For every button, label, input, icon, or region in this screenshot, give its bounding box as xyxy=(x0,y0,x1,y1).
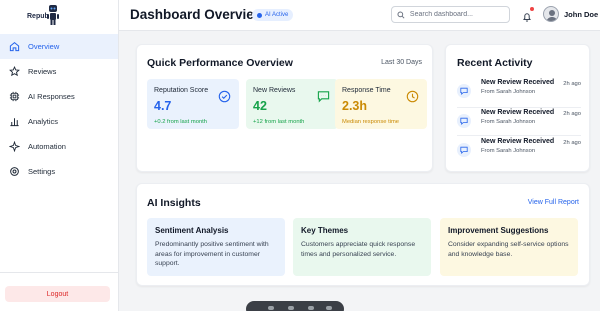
insight-sentiment-analysis: Sentiment Analysis Predominantly positiv… xyxy=(147,218,285,276)
ai-status-label: AI Active xyxy=(265,12,289,18)
top-header: Dashboard Overview AI Active John Doe xyxy=(119,0,600,31)
activity-title: New Review Received xyxy=(481,79,555,86)
insight-title: Improvement Suggestions xyxy=(448,226,549,235)
activity-item[interactable]: New Review Received From Sarah Johnson 2… xyxy=(457,138,581,164)
activity-from: From Sarah Johnson xyxy=(481,148,536,154)
activity-time: 2h ago xyxy=(563,81,581,87)
activity-divider xyxy=(457,135,581,136)
search-input[interactable] xyxy=(409,11,509,18)
sidebar-nav: Overview Reviews AI Responses Analytics … xyxy=(0,34,118,184)
logout-button[interactable]: Logout xyxy=(5,286,110,302)
sidebar-item-settings[interactable]: Settings xyxy=(0,159,118,184)
user-name[interactable]: John Doe xyxy=(564,10,598,19)
metric-label: Response Time xyxy=(342,87,391,94)
status-dot-icon xyxy=(257,12,262,18)
activity-divider xyxy=(457,107,581,108)
toolbar-item-icon[interactable] xyxy=(288,306,294,310)
view-full-report-link[interactable]: View Full Report xyxy=(528,199,579,206)
clock-icon xyxy=(406,90,419,103)
activity-time: 2h ago xyxy=(563,140,581,146)
message-icon xyxy=(457,84,471,98)
cpu-icon xyxy=(8,91,20,103)
metric-reputation-score[interactable]: Reputation Score 4.7 +0.2 from last mont… xyxy=(147,79,239,129)
insight-key-themes: Key Themes Customers appreciate quick re… xyxy=(293,218,431,276)
toolbar-item-icon[interactable] xyxy=(308,306,314,310)
logo[interactable]: Repub xyxy=(22,4,62,30)
sidebar-divider xyxy=(0,272,118,273)
insight-title: Sentiment Analysis xyxy=(155,226,229,235)
sidebar: Repub Overview Reviews AI Responses Anal… xyxy=(0,0,119,311)
floating-toolbar[interactable] xyxy=(246,301,344,311)
sidebar-item-label: Settings xyxy=(28,167,56,176)
metric-label: Reputation Score xyxy=(154,87,209,94)
activity-item[interactable]: New Review Received From Sarah Johnson 2… xyxy=(457,109,581,135)
metric-new-reviews[interactable]: New Reviews 42 +12 from last month xyxy=(246,79,338,129)
ai-status-badge: AI Active xyxy=(252,9,294,21)
message-icon xyxy=(457,143,471,157)
sidebar-item-label: Automation xyxy=(28,142,66,151)
sidebar-item-reviews[interactable]: Reviews xyxy=(0,59,118,84)
recent-activity-title: Recent Activity xyxy=(457,57,533,69)
sidebar-item-overview[interactable]: Overview xyxy=(0,34,118,59)
activity-item[interactable]: New Review Received From Sarah Johnson 2… xyxy=(457,79,581,105)
sidebar-item-label: Overview xyxy=(28,42,60,51)
toolbar-item-icon[interactable] xyxy=(268,306,274,310)
period-label: Last 30 Days xyxy=(381,59,422,66)
activity-from: From Sarah Johnson xyxy=(481,119,536,125)
performance-title: Quick Performance Overview xyxy=(147,57,293,69)
insight-text: Consider expanding self-service options … xyxy=(448,241,569,258)
metric-value: 42 xyxy=(253,99,267,113)
sidebar-item-ai-responses[interactable]: AI Responses xyxy=(0,84,118,109)
insight-improvement-suggestions: Improvement Suggestions Consider expandi… xyxy=(440,218,578,276)
metric-response-time[interactable]: Response Time 2.3h Median response time xyxy=(335,79,427,129)
sidebar-item-analytics[interactable]: Analytics xyxy=(0,109,118,134)
metric-change: +0.2 from last month xyxy=(154,119,208,125)
message-square-icon xyxy=(317,91,330,103)
avatar-icon xyxy=(546,10,558,21)
gear-icon xyxy=(8,166,20,178)
insight-text: Predominantly positive sentiment with ar… xyxy=(155,241,269,267)
metric-change: +12 from last month xyxy=(253,119,305,125)
performance-card: Quick Performance Overview Last 30 Days … xyxy=(136,44,433,172)
search-icon xyxy=(397,11,405,19)
sparkle-icon xyxy=(8,141,20,153)
ai-insights-title: AI Insights xyxy=(147,197,201,209)
activity-title: New Review Received xyxy=(481,138,555,145)
insight-text: Customers appreciate quick response time… xyxy=(301,241,416,258)
notification-dot-icon xyxy=(530,7,534,11)
toolbar-item-icon[interactable] xyxy=(326,306,332,310)
bar-chart-icon xyxy=(8,116,20,128)
check-circle-icon xyxy=(218,90,231,103)
activity-from: From Sarah Johnson xyxy=(481,89,536,95)
message-icon xyxy=(457,114,471,128)
star-icon xyxy=(8,66,20,78)
notification-button[interactable] xyxy=(522,7,534,22)
metric-label: New Reviews xyxy=(253,87,296,94)
avatar[interactable] xyxy=(543,6,559,22)
sidebar-item-automation[interactable]: Automation xyxy=(0,134,118,159)
metric-value: 4.7 xyxy=(154,99,172,113)
bell-icon xyxy=(523,13,531,22)
sidebar-item-label: Reviews xyxy=(28,67,57,76)
page-title: Dashboard Overview xyxy=(130,7,265,22)
sidebar-item-label: AI Responses xyxy=(28,92,75,101)
insight-title: Key Themes xyxy=(301,226,349,235)
metric-value: 2.3h xyxy=(342,99,368,113)
activity-title: New Review Received xyxy=(481,109,555,116)
ai-insights-card: AI Insights View Full Report Sentiment A… xyxy=(136,183,590,286)
recent-activity-card: Recent Activity New Review Received From… xyxy=(445,44,590,172)
activity-time: 2h ago xyxy=(563,111,581,117)
sidebar-item-label: Analytics xyxy=(28,117,59,126)
home-icon xyxy=(8,41,20,53)
search-box xyxy=(391,6,510,23)
metric-change: Median response time xyxy=(342,119,400,125)
robot-logo-icon xyxy=(47,5,59,25)
